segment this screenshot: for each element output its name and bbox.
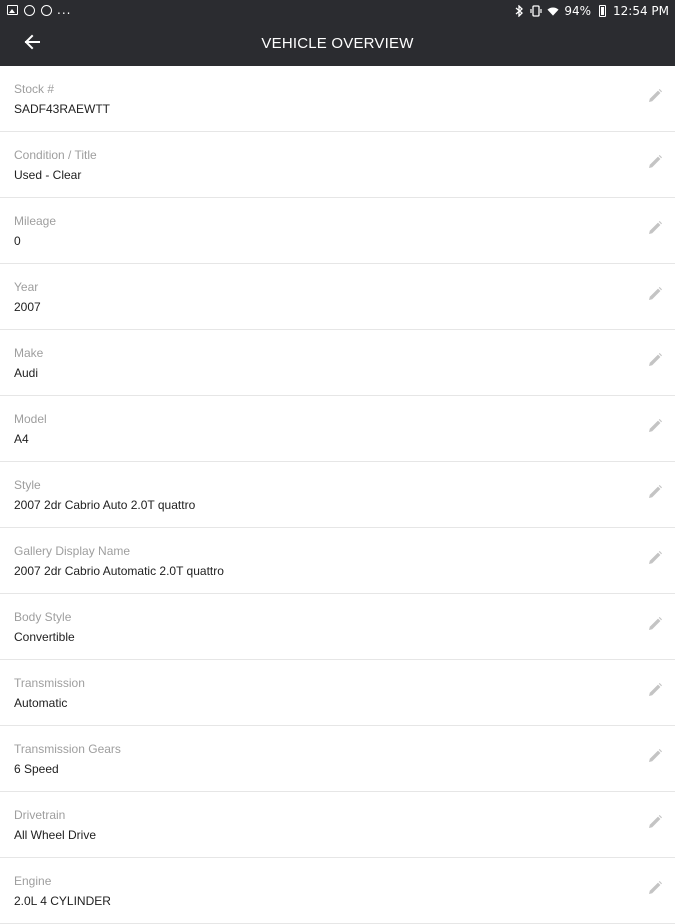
field-label: Mileage <box>14 214 57 228</box>
clock: 12:54 PM <box>613 4 669 18</box>
page-title: VEHICLE OVERVIEW <box>261 35 414 52</box>
field-value: 0 <box>14 234 21 248</box>
pencil-icon <box>647 616 663 637</box>
field-value: All Wheel Drive <box>14 828 97 842</box>
edit-body-style-button[interactable] <box>645 616 665 636</box>
field-row-drivetrain: Drivetrain All Wheel Drive <box>0 792 675 858</box>
field-value: Convertible <box>14 630 75 644</box>
wifi-icon <box>547 5 559 17</box>
edit-make-button[interactable] <box>645 352 665 372</box>
pencil-icon <box>647 154 663 175</box>
field-value: SADF43RAEWTT <box>14 102 111 116</box>
vibrate-icon <box>530 5 542 17</box>
edit-year-button[interactable] <box>645 286 665 306</box>
field-label: Stock # <box>14 82 55 96</box>
battery-percent: 94% <box>564 4 591 18</box>
edit-style-button[interactable] <box>645 484 665 504</box>
field-label: Transmission <box>14 676 85 690</box>
pencil-icon <box>647 418 663 439</box>
edit-mileage-button[interactable] <box>645 220 665 240</box>
field-label: Year <box>14 280 39 294</box>
pencil-icon <box>647 286 663 307</box>
field-row-stock: Stock # SADF43RAEWTT <box>0 66 675 132</box>
field-value: 2007 2dr Cabrio Automatic 2.0T quattro <box>14 564 224 578</box>
field-label: Model <box>14 412 47 426</box>
field-label: Engine <box>14 874 52 888</box>
field-label: Drivetrain <box>14 808 66 822</box>
field-row-style: Style 2007 2dr Cabrio Auto 2.0T quattro <box>0 462 675 528</box>
pencil-icon <box>647 682 663 703</box>
pencil-icon <box>647 748 663 769</box>
status-right-icons: 94% 12:54 PM <box>513 4 669 18</box>
field-row-mileage: Mileage 0 <box>0 198 675 264</box>
edit-transmission-button[interactable] <box>645 682 665 702</box>
app-bar: VEHICLE OVERVIEW <box>0 22 675 66</box>
pencil-icon <box>647 484 663 505</box>
field-label: Body Style <box>14 610 72 624</box>
field-row-make: Make Audi <box>0 330 675 396</box>
vehicle-field-list: Stock # SADF43RAEWTT Condition / Title U… <box>0 66 675 924</box>
pencil-icon <box>647 220 663 241</box>
field-value: Audi <box>14 366 39 380</box>
edit-drivetrain-button[interactable] <box>645 814 665 834</box>
field-label: Condition / Title <box>14 148 97 162</box>
status-bar: ... 94% 12:54 PM <box>0 0 675 22</box>
field-label: Gallery Display Name <box>14 544 131 558</box>
pencil-icon <box>647 814 663 835</box>
pencil-icon <box>647 880 663 901</box>
status-left-icons: ... <box>6 4 71 16</box>
field-row-engine: Engine 2.0L 4 CYLINDER <box>0 858 675 924</box>
field-label: Style <box>14 478 41 492</box>
field-row-gallery-display-name: Gallery Display Name 2007 2dr Cabrio Aut… <box>0 528 675 594</box>
field-value: 2007 2dr Cabrio Auto 2.0T quattro <box>14 498 196 512</box>
field-value: Used - Clear <box>14 168 82 182</box>
pencil-icon <box>647 88 663 109</box>
more-notifications: ... <box>57 3 72 17</box>
image-icon <box>6 4 18 16</box>
messenger-icon <box>40 4 52 16</box>
field-row-model: Model A4 <box>0 396 675 462</box>
edit-transmission-gears-button[interactable] <box>645 748 665 768</box>
field-value: 2.0L 4 CYLINDER <box>14 894 111 908</box>
field-row-condition: Condition / Title Used - Clear <box>0 132 675 198</box>
circle-badge-icon <box>23 4 35 16</box>
field-row-transmission-gears: Transmission Gears 6 Speed <box>0 726 675 792</box>
field-label: Make <box>14 346 44 360</box>
pencil-icon <box>647 352 663 373</box>
edit-gallery-display-name-button[interactable] <box>645 550 665 570</box>
field-value: 6 Speed <box>14 762 59 776</box>
field-value: Automatic <box>14 696 68 710</box>
field-row-year: Year 2007 <box>0 264 675 330</box>
field-label: Transmission Gears <box>14 742 121 756</box>
bluetooth-icon <box>513 5 525 17</box>
field-row-body-style: Body Style Convertible <box>0 594 675 660</box>
pencil-icon <box>647 550 663 571</box>
field-value: A4 <box>14 432 29 446</box>
edit-engine-button[interactable] <box>645 880 665 900</box>
field-value: 2007 <box>14 300 41 314</box>
edit-stock-button[interactable] <box>645 88 665 108</box>
edit-model-button[interactable] <box>645 418 665 438</box>
edit-condition-button[interactable] <box>645 154 665 174</box>
field-row-transmission: Transmission Automatic <box>0 660 675 726</box>
battery-icon <box>596 5 608 17</box>
